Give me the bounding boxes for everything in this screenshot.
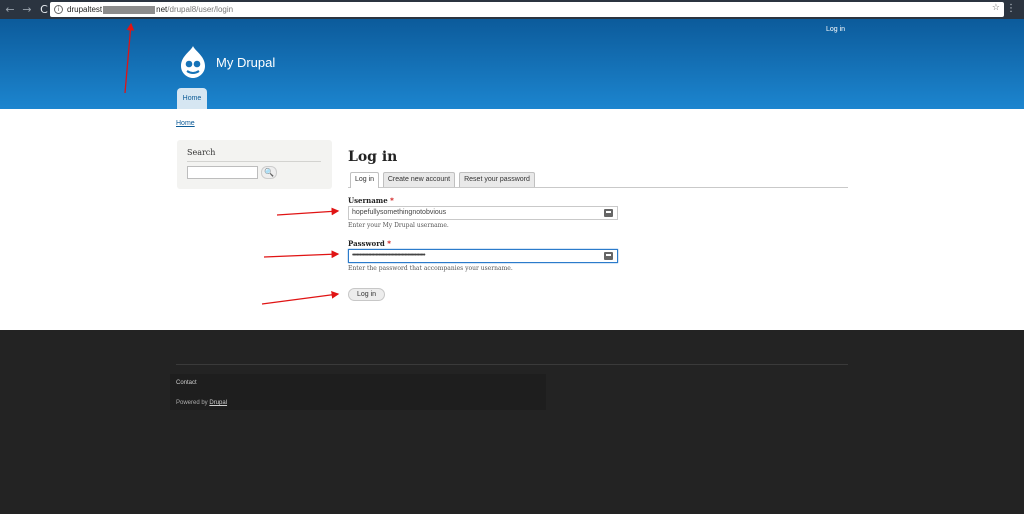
browser-toolbar: ← → C i drupaltest net /drupal8/user/log… [0, 0, 1024, 19]
search-icon: 🔍 [264, 168, 274, 177]
back-icon[interactable]: ← [3, 3, 17, 17]
main-content: Home Search 🔍 Log in Log in Create new a… [0, 109, 1024, 330]
drupal-link[interactable]: Drupal [209, 400, 227, 406]
site-footer: Contact Powered by Drupal [0, 330, 1024, 514]
log-in-button[interactable]: Log in [348, 288, 385, 301]
url-redaction [103, 5, 156, 14]
powered-by: Powered by Drupal [176, 400, 228, 406]
site-name[interactable]: My Drupal [216, 55, 275, 70]
tab-log-in[interactable]: Log in [350, 172, 379, 188]
url-host: drupaltest [67, 5, 103, 14]
bookmark-star-icon[interactable]: ☆ [992, 3, 1000, 13]
nav-tab-home[interactable]: Home [177, 88, 207, 109]
search-button[interactable]: 🔍 [261, 166, 277, 179]
search-input[interactable] [187, 166, 258, 179]
footer-divider [176, 364, 848, 365]
password-description: Enter the password that accompanies your… [348, 265, 513, 272]
search-divider [187, 161, 321, 162]
password-label: Password * [348, 239, 391, 248]
username-value: hopefullysomethingnotobvious [352, 209, 447, 216]
username-required-mark: * [390, 196, 394, 205]
site-header: Log in My Drupal Home [0, 19, 1024, 109]
username-label: Username * [348, 196, 394, 205]
tab-reset-password[interactable]: Reset your password [459, 172, 535, 187]
search-block-title: Search [187, 148, 216, 157]
username-description: Enter your My Drupal username. [348, 222, 449, 229]
page-title: Log in [348, 149, 398, 165]
browser-menu-icon[interactable]: ⋮ [1006, 3, 1016, 15]
reload-icon[interactable]: C [37, 3, 51, 17]
url-host-suffix: net [156, 5, 168, 14]
address-bar[interactable]: i drupaltest net /drupal8/user/login ☆ [50, 2, 1004, 17]
header-login-link[interactable]: Log in [826, 26, 845, 33]
password-manager-icon[interactable] [604, 209, 613, 217]
tab-create-new-account[interactable]: Create new account [383, 172, 455, 187]
login-tabs: Log in Create new account Reset your pas… [348, 172, 848, 188]
password-manager-icon[interactable] [604, 252, 613, 260]
footer-contact-link[interactable]: Contact [176, 380, 197, 386]
password-field[interactable]: ••••••••••••••••••••••••••••••••••••••••… [348, 249, 618, 263]
password-value: ••••••••••••••••••••••••••••••••••••••••… [352, 252, 426, 259]
site-info-icon[interactable]: i [54, 5, 63, 14]
forward-icon[interactable]: → [20, 3, 34, 17]
breadcrumb-home[interactable]: Home [176, 120, 195, 127]
password-required-mark: * [387, 239, 391, 248]
username-field[interactable]: hopefullysomethingnotobvious [348, 206, 618, 220]
drupal-drop-logo-icon[interactable] [178, 45, 208, 79]
search-block: Search 🔍 [177, 140, 332, 189]
url-path: /drupal8/user/login [167, 5, 234, 14]
